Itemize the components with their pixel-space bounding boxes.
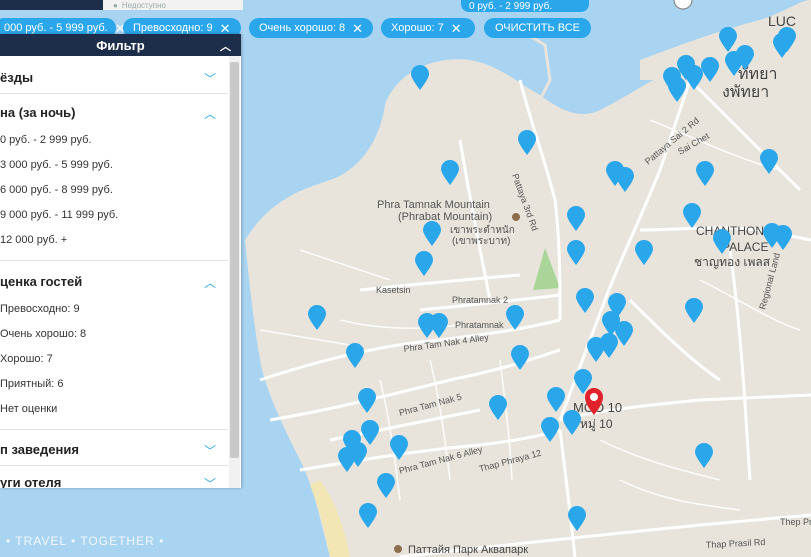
mountain-label-thai-2: (เขาพระบาท): [452, 236, 510, 247]
section-stars[interactable]: ёзды ﹀: [0, 70, 228, 87]
section-guest-rating[interactable]: ценка гостей ︿: [0, 274, 228, 291]
dot-icon: ●: [113, 0, 118, 10]
chevron-up-icon[interactable]: ︿: [204, 274, 216, 291]
divider: [0, 465, 228, 466]
chip-label: Очень хорошо: 8: [259, 22, 346, 34]
price-option[interactable]: 12 000 руб. +: [0, 234, 67, 246]
chevron-down-icon[interactable]: ﹀: [204, 442, 216, 459]
area-label-thai: หมู่ 10: [580, 417, 613, 432]
filter-chip-good[interactable]: Хорошо: 7 ✕: [381, 18, 475, 38]
tab-unavailable[interactable]: ● Недоступно: [103, 0, 243, 10]
section-label: п заведения: [0, 442, 79, 457]
area-label: CHANTHONG: [696, 224, 773, 238]
chevron-up-icon[interactable]: ︿: [204, 105, 216, 122]
city-label-thai-2: งพัทยา: [722, 84, 769, 101]
rating-option[interactable]: Нет оценки: [0, 403, 57, 415]
filter-chip-very-good[interactable]: Очень хорошо: 8 ✕: [249, 18, 373, 38]
rating-option[interactable]: Очень хорошо: 8: [0, 328, 86, 340]
poi-label: Паттайя Парк Аквапарк: [408, 544, 528, 556]
price-range-chip[interactable]: 0 руб. - 2 999 руб.: [461, 0, 589, 12]
divider: [0, 93, 228, 94]
rating-option[interactable]: Превосходно: 9: [0, 303, 80, 315]
rating-option[interactable]: Хорошо: 7: [0, 353, 53, 365]
city-label-thai: ทัทยา: [738, 66, 777, 83]
section-label: уги отеля: [0, 475, 62, 488]
area-label-thai: ชาญทอง เพลส: [694, 255, 771, 269]
close-icon[interactable]: ✕: [451, 22, 462, 35]
filter-panel-header[interactable]: Фильтр ︿: [0, 34, 241, 56]
chevron-down-icon[interactable]: ﹀: [204, 475, 216, 488]
street-label: Kasetsin: [376, 285, 411, 295]
scrollbar-thumb[interactable]: [230, 62, 239, 458]
street-label: Phratamnak 2: [452, 295, 508, 305]
section-label: на (за ночь): [0, 105, 76, 120]
street-label: Thep Prasit Rd: [780, 517, 811, 527]
chip-label: 000 руб. - 5 999 руб.: [4, 22, 108, 34]
filter-title: Фильтр: [96, 37, 145, 53]
park-icon: [394, 545, 402, 553]
tab-label: Недоступно: [121, 0, 166, 10]
price-option[interactable]: 6 000 руб. - 8 999 руб.: [0, 184, 113, 196]
section-label: ёзды: [0, 70, 34, 85]
price-option[interactable]: 3 000 руб. - 5 999 руб.: [0, 159, 113, 171]
mountain-label-2: (Phrabat Mountain): [398, 211, 492, 223]
area-label: LUC: [768, 13, 796, 29]
chevron-down-icon[interactable]: ﹀: [204, 70, 216, 87]
chevron-up-icon[interactable]: ︿: [220, 38, 231, 54]
watermark: • TRAVEL • TOGETHER •: [6, 534, 165, 548]
mountain-label: Phra Tamnak Mountain: [377, 199, 490, 211]
price-option[interactable]: 9 000 руб. - 11 999 руб.: [0, 209, 118, 221]
info-icon[interactable]: [673, 0, 693, 12]
chip-label: Превосходно: 9: [133, 22, 213, 34]
section-label: ценка гостей: [0, 274, 83, 289]
top-bar-dark: [0, 0, 103, 10]
section-amenities[interactable]: уги отеля ﹀: [0, 475, 228, 488]
panel-scrollbar[interactable]: [229, 56, 240, 488]
close-icon[interactable]: ✕: [352, 22, 363, 35]
street-label: Phratamnak: [455, 320, 504, 330]
close-icon[interactable]: ✕: [220, 22, 231, 35]
mountain-label-thai: เขาพระตำหนัก: [450, 225, 515, 236]
clear-all-button[interactable]: ОЧИСТИТЬ ВСЕ: [484, 18, 591, 38]
rating-option[interactable]: Приятный: 6: [0, 378, 64, 390]
section-price[interactable]: на (за ночь) ︿: [0, 105, 228, 122]
divider: [0, 260, 228, 261]
price-chip-label: 0 руб. - 2 999 руб.: [469, 0, 553, 12]
clear-all-label: ОЧИСТИТЬ ВСЕ: [494, 22, 580, 34]
section-property-type[interactable]: п заведения ﹀: [0, 442, 228, 459]
divider: [0, 429, 228, 430]
chip-label: Хорошо: 7: [391, 22, 444, 34]
price-option[interactable]: 0 руб. - 2 999 руб.: [0, 134, 91, 146]
filter-panel: Фильтр ︿ ёзды ﹀ на (за ночь) ︿ 0 руб. - …: [0, 34, 241, 488]
temple-icon: [512, 213, 520, 221]
